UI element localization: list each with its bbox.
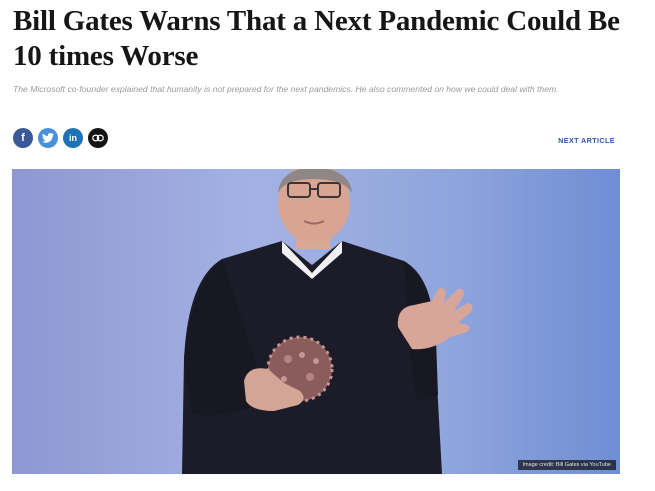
linkedin-share-button[interactable]: in: [63, 128, 83, 148]
hero-photo-illustration: [182, 169, 473, 474]
article-subheadline: The Microsoft co-founder explained that …: [13, 84, 559, 94]
linkedin-icon: in: [69, 133, 77, 143]
copy-link-button[interactable]: [88, 128, 108, 148]
image-credit: Image credit: Bill Gates via YouTube: [517, 460, 616, 470]
share-buttons: f in: [13, 128, 108, 148]
facebook-icon: f: [21, 132, 25, 144]
facebook-share-button[interactable]: f: [13, 128, 33, 148]
link-icon: [92, 134, 104, 142]
twitter-share-button[interactable]: [38, 128, 58, 148]
article-headline: Bill Gates Warns That a Next Pandemic Co…: [13, 5, 620, 72]
twitter-icon: [42, 133, 54, 143]
article-hero-image: Image credit: Bill Gates via YouTube: [12, 169, 620, 474]
next-article-link[interactable]: NEXT ARTICLE: [558, 136, 615, 145]
